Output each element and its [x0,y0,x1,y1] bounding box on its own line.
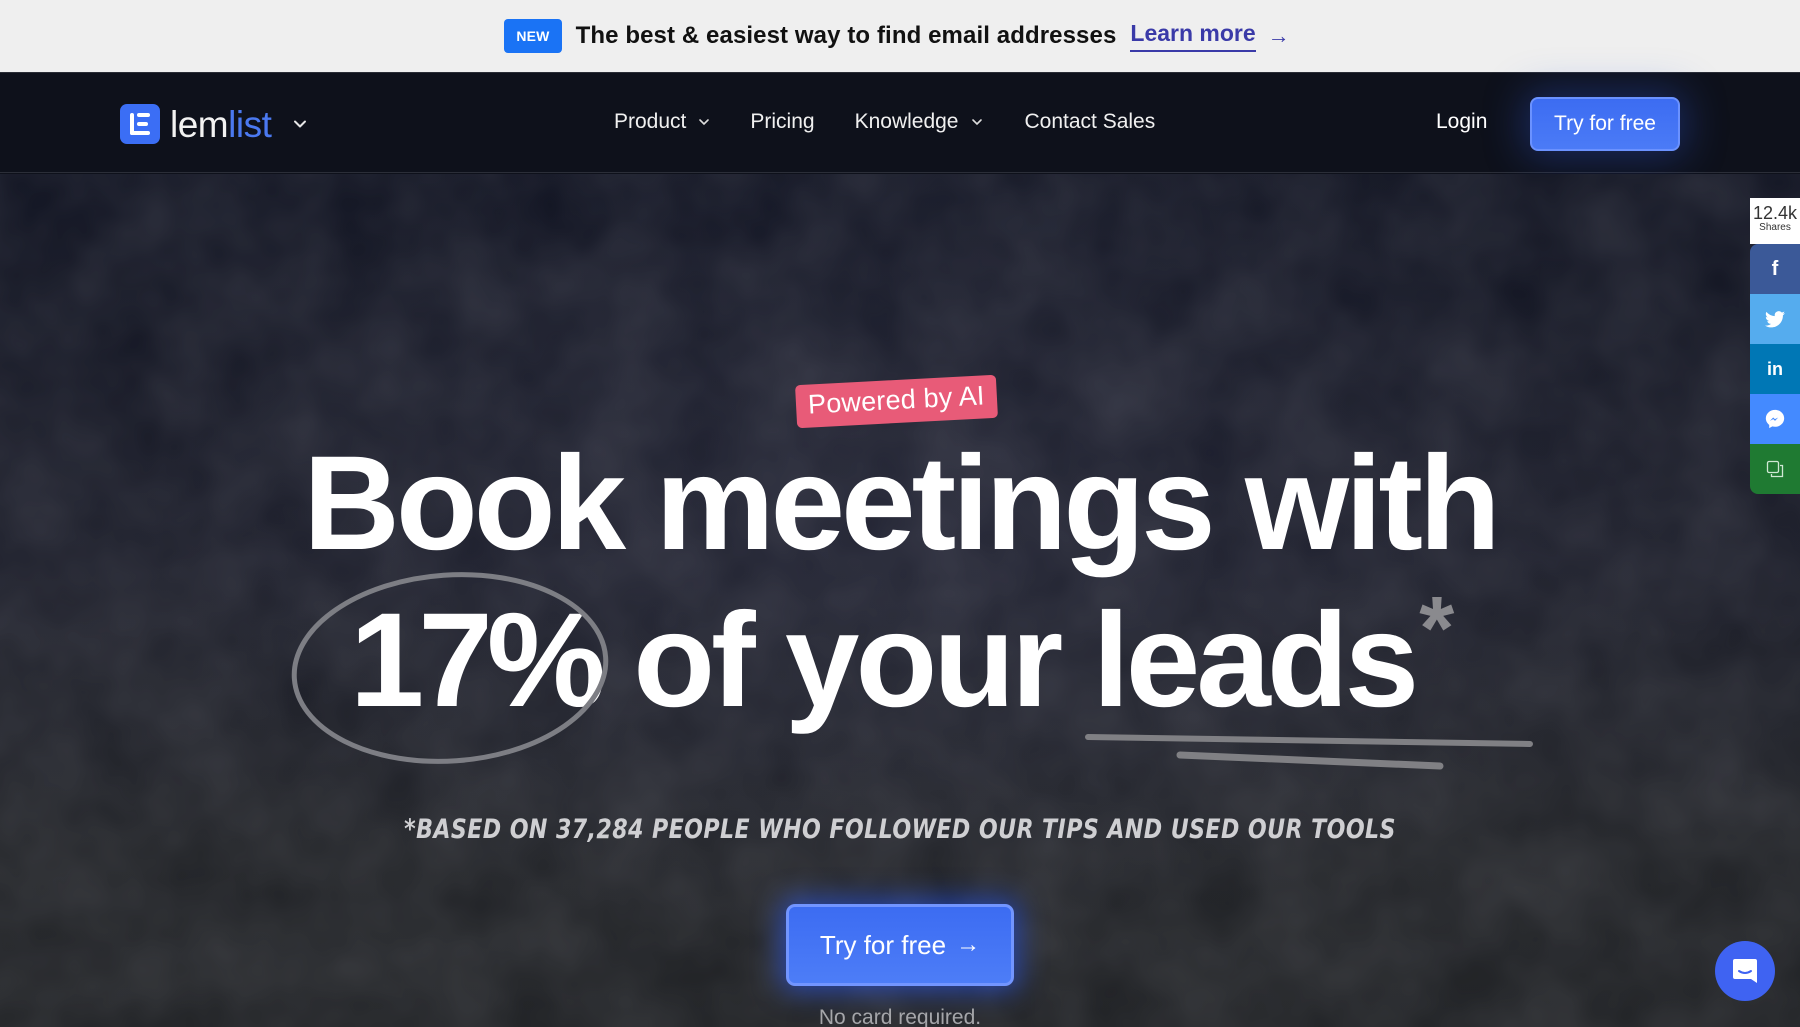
nav-item-product[interactable]: Product [614,110,710,134]
new-badge: NEW [504,19,562,53]
nav-item-contact-sales[interactable]: Contact Sales [1025,110,1156,134]
chevron-down-icon [971,119,982,126]
messenger-icon [1765,409,1785,429]
nav-item-knowledge[interactable]: Knowledge [855,110,983,134]
arrow-right-icon[interactable]: → [1268,23,1290,49]
share-sidebar: 12.4k Shares f in [1750,198,1800,494]
announcement-text: The best & easiest way to find email add… [575,22,1117,49]
linkedin-icon: in [1767,358,1783,379]
arrow-right-icon: → [956,931,981,958]
no-card-required-note: No card required. [818,1006,982,1027]
share-twitter-button[interactable] [1750,294,1800,344]
headline-percentage: 17% [349,586,606,735]
footnote-text: *Based on 37,284 people who followed our… [404,814,1396,845]
share-copy-button[interactable] [1750,444,1800,494]
copy-icon [1766,460,1784,478]
asterisk-mark: * [1419,579,1454,679]
share-facebook-button[interactable]: f [1750,244,1800,294]
announcement-bar: NEW The best & easiest way to find email… [0,0,1800,73]
hero-section: Powered by AI Book meetings with 17% of … [0,174,1800,1027]
twitter-icon [1765,310,1785,327]
headline-line-1: Book meetings with [303,429,1501,578]
learn-more-link[interactable]: Learn more [1130,20,1256,52]
chat-widget-button[interactable] [1715,941,1775,1001]
headline-rest: of your leads [633,586,1419,735]
main-nav: lemlist Product Pricing Knowledge Contac… [0,74,1800,173]
chat-icon [1733,959,1757,983]
nav-item-pricing[interactable]: Pricing [750,110,814,134]
hero-try-for-free-button[interactable]: Try for free → [786,904,1014,986]
chevron-down-icon [699,119,710,126]
try-for-free-button[interactable]: Try for free [1530,97,1680,151]
facebook-icon: f [1771,257,1779,280]
lemlist-logo-icon [120,104,160,144]
nav-menu: Product Pricing Knowledge Contact Sales [614,110,1155,134]
logo[interactable]: lemlist [120,104,307,144]
chevron-down-icon[interactable] [293,117,307,131]
logo-wordmark: lemlist [170,103,272,145]
share-messenger-button[interactable] [1750,394,1800,444]
login-link[interactable]: Login [1436,110,1487,134]
share-count: 12.4k Shares [1750,198,1800,244]
share-linkedin-button[interactable]: in [1750,344,1800,394]
headline-line-2: 17% of your leads* [0,584,1800,728]
